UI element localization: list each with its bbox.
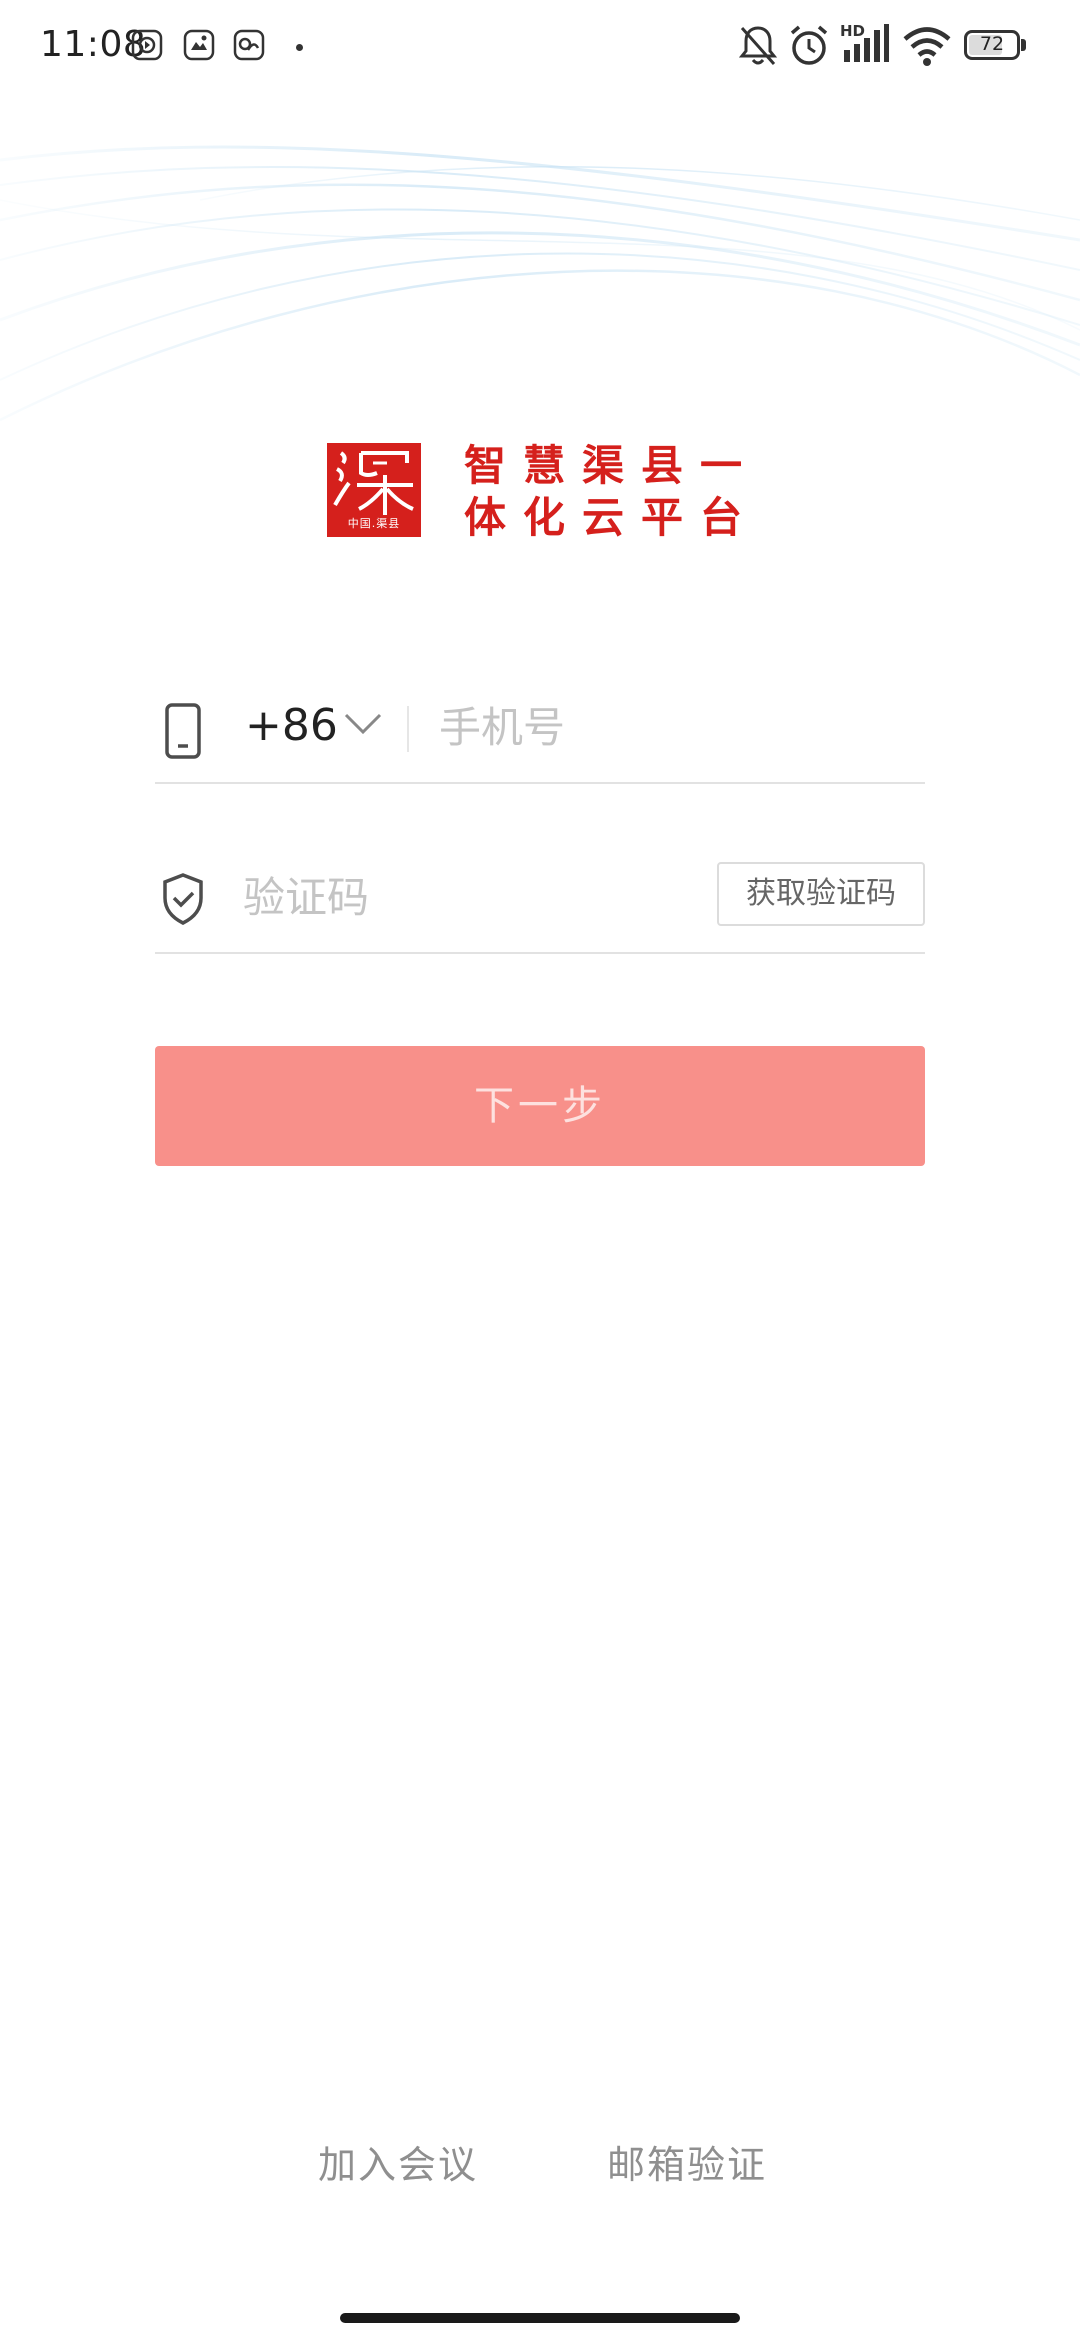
app-notification-icon bbox=[183, 29, 215, 61]
logo-seal: 中国.渠县 bbox=[327, 443, 421, 537]
chevron-down-icon[interactable] bbox=[343, 712, 383, 736]
mute-bell-icon bbox=[738, 26, 778, 65]
email-verify-link[interactable]: 邮箱验证 bbox=[607, 2134, 767, 2189]
app-notification-icon bbox=[233, 29, 265, 61]
battery-icon: 72 bbox=[964, 30, 1026, 60]
app-notification-icon bbox=[131, 29, 163, 61]
phone-field-row: +86 bbox=[155, 680, 925, 784]
wifi-icon bbox=[903, 27, 951, 66]
status-bar: 11:08 HD 72 bbox=[0, 0, 1080, 96]
phone-number-input[interactable] bbox=[439, 696, 909, 758]
join-meeting-link[interactable]: 加入会议 bbox=[318, 2134, 478, 2189]
logo-calligraphy-icon bbox=[333, 451, 414, 515]
home-indicator[interactable] bbox=[340, 2313, 740, 2323]
alarm-icon bbox=[790, 25, 828, 65]
country-code-selector[interactable]: +86 bbox=[245, 700, 338, 751]
next-step-button[interactable]: 下一步 bbox=[155, 1046, 925, 1166]
login-screen: 11:08 HD 72 中国.渠县 智慧渠县一体化云平台 +86 手机号 验证码… bbox=[0, 0, 1080, 2340]
verification-code-input[interactable] bbox=[243, 866, 643, 928]
code-field-row: 获取验证码 bbox=[155, 850, 925, 954]
battery-level: 72 bbox=[979, 33, 1005, 55]
logo-seal-subtext: 中国.渠县 bbox=[347, 517, 401, 530]
shield-check-icon bbox=[163, 873, 203, 925]
get-code-button[interactable]: 获取验证码 bbox=[717, 862, 925, 926]
status-more-dot bbox=[296, 44, 303, 51]
hd-badge: HD bbox=[840, 22, 866, 40]
field-divider bbox=[407, 706, 409, 752]
app-title: 智慧渠县一体化云平台 bbox=[464, 441, 760, 542]
phone-icon bbox=[165, 703, 201, 759]
decorative-wave-background bbox=[0, 145, 1080, 422]
battery-tip bbox=[1021, 39, 1026, 51]
